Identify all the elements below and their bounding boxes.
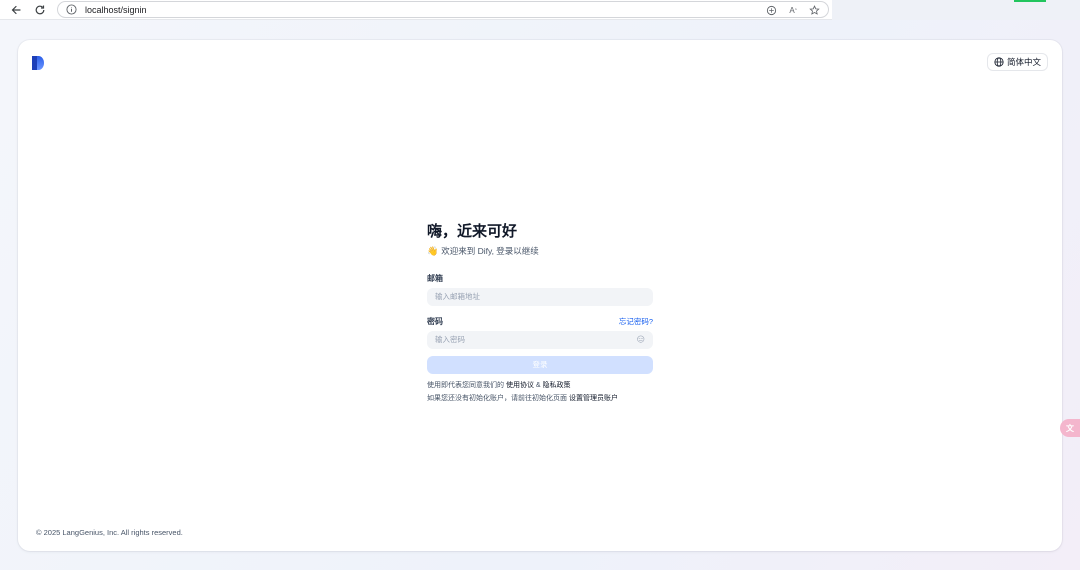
translate-icon[interactable] <box>765 4 777 16</box>
eye-icon[interactable]: 😑 <box>637 335 645 345</box>
email-placeholder: 输入邮箱地址 <box>435 292 480 301</box>
page-subtitle: 👋 欢迎来到 Dify, 登录以继续 <box>427 245 653 257</box>
password-label-row: 密码 忘记密码? <box>427 316 653 327</box>
page-title: 嗨，近来可好 <box>427 223 518 240</box>
setup-admin-link[interactable]: 设置管理员账户 <box>569 395 618 402</box>
password-placeholder: 输入密码 <box>435 335 465 344</box>
globe-icon <box>994 57 1004 67</box>
email-field[interactable]: 输入邮箱地址 <box>427 288 653 306</box>
login-form: 嗨，近来可好 👋 欢迎来到 Dify, 登录以继续 邮箱 输入邮箱地址 密码 忘… <box>427 222 653 405</box>
forgot-password-link[interactable]: 忘记密码? <box>619 316 653 327</box>
read-aloud-icon[interactable]: Aⁿ <box>787 4 799 16</box>
info-icon[interactable] <box>66 4 77 15</box>
address-bar[interactable]: localhost/signin Aⁿ <box>57 1 829 18</box>
password-label: 密码 <box>427 317 443 326</box>
wave-emoji: 👋 <box>427 246 439 256</box>
email-label: 邮箱 <box>427 274 443 283</box>
translate-side-tab[interactable]: 文 <box>1060 419 1080 437</box>
signin-card: 简体中文 嗨，近来可好 👋 欢迎来到 Dify, 登录以继续 邮箱 输入邮箱地址… <box>18 40 1062 551</box>
extension-indicator <box>1014 0 1046 2</box>
language-selector[interactable]: 简体中文 <box>986 53 1048 71</box>
reload-icon[interactable] <box>32 2 48 18</box>
password-field[interactable]: 输入密码 😑 <box>427 331 653 349</box>
subtitle-text: 欢迎来到 Dify, 登录以继续 <box>441 246 539 256</box>
copyright-footer: © 2025 LangGenius, Inc. All rights reser… <box>36 528 183 537</box>
browser-toolbar: localhost/signin Aⁿ <box>0 0 832 20</box>
terms-link[interactable]: 使用协议 <box>506 382 534 389</box>
dify-logo-icon[interactable] <box>32 56 44 70</box>
login-button[interactable]: 登录 <box>427 356 653 374</box>
star-icon[interactable] <box>808 4 820 16</box>
privacy-link[interactable]: 隐私政策 <box>543 382 571 389</box>
back-arrow-icon[interactable] <box>8 2 24 18</box>
url-text[interactable]: localhost/signin <box>85 4 147 16</box>
language-label: 简体中文 <box>1006 57 1041 67</box>
terms-text: 使用即代表您同意我们的 使用协议 & 隐私政策 <box>427 382 571 389</box>
init-text: 如果您还没有初始化账户，请前往初始化页面 设置管理员账户 <box>427 395 618 402</box>
